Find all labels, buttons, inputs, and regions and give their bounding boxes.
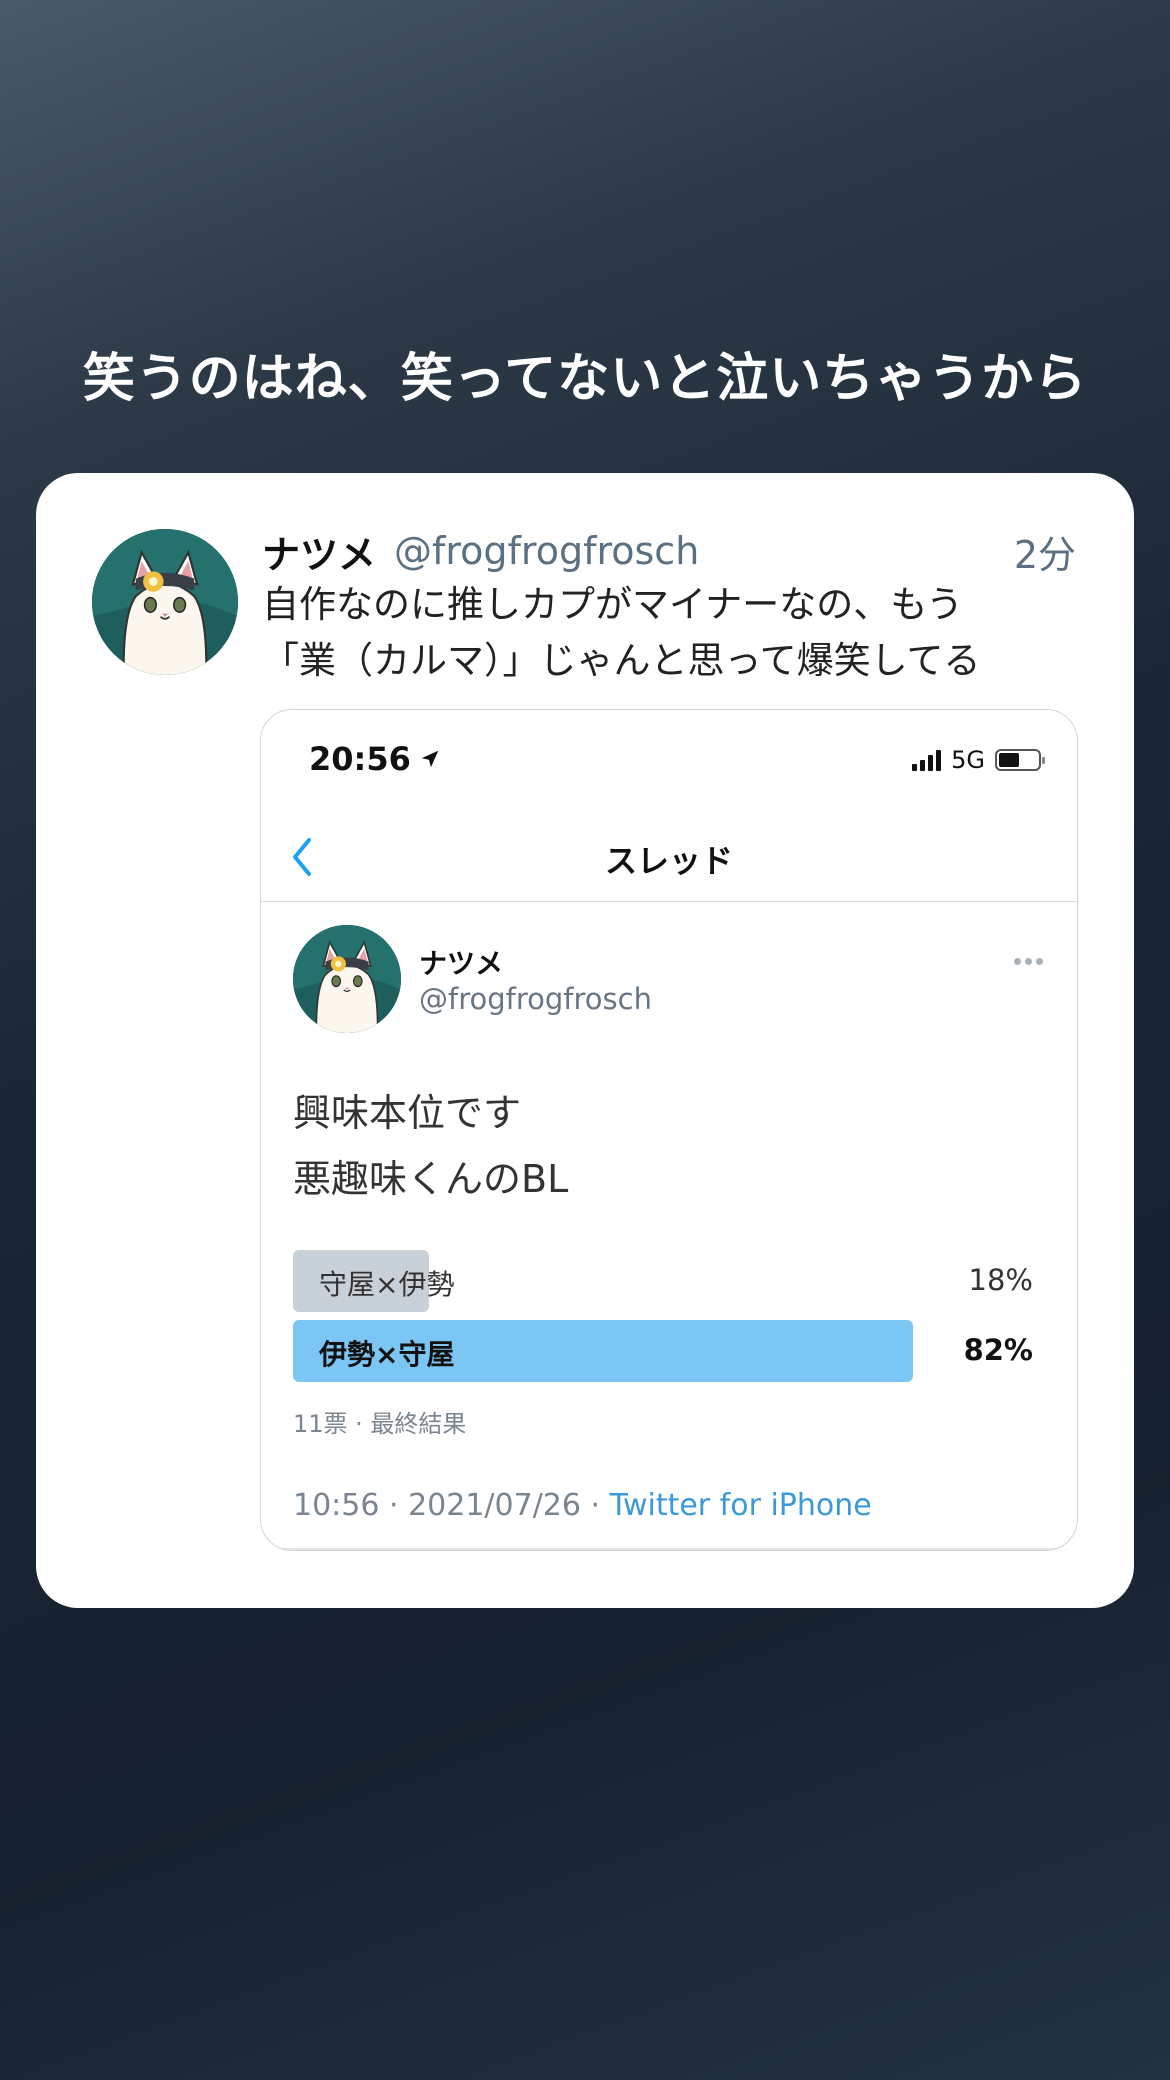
post-meta: 10:56 · 2021/07/26 · Twitter for iPhone	[293, 1488, 872, 1523]
divider	[261, 1548, 1077, 1550]
attached-screenshot[interactable]: 20:56 5G スレッド ナツメ @frogfrogfrosch 興味本位です…	[260, 709, 1078, 1551]
post-text-line: 興味本位です	[293, 1091, 522, 1135]
tweet-timestamp: 2分	[1013, 532, 1076, 577]
tweet-text: 自作なのに推しカプがマイナーなの、もう 「業（カルマ）」じゃんと思って爆笑してる	[262, 577, 1102, 689]
battery-icon	[995, 749, 1045, 771]
post-text: 興味本位です 悪趣味くんのBL	[293, 1080, 568, 1212]
cat-avatar-icon[interactable]	[92, 529, 238, 675]
signal-icon	[912, 749, 942, 771]
poll-option-label: 守屋×伊勢	[319, 1268, 455, 1301]
caption-text: 笑うのはね、笑ってないと泣いちゃうから	[82, 349, 1088, 409]
poll-option-winner: 伊勢×守屋 82%	[293, 1320, 1033, 1382]
post-author-name[interactable]: ナツメ	[419, 942, 503, 982]
source-link[interactable]: Twitter for iPhone	[610, 1488, 872, 1523]
poll-option-percent: 82%	[963, 1333, 1033, 1367]
tweet-author-name[interactable]: ナツメ	[262, 524, 376, 579]
tweet-text-line: 「業（カルマ）」じゃんと思って爆笑してる	[262, 639, 981, 682]
tweet-author-handle[interactable]: @frogfrogfrosch	[394, 529, 699, 573]
post-text-line: 悪趣味くんのBL	[293, 1157, 569, 1201]
status-time: 20:56	[309, 740, 441, 778]
network-label: 5G	[951, 746, 985, 774]
post-timestamp: 10:56 · 2021/07/26 ·	[293, 1488, 610, 1523]
nav-bar: スレッド	[261, 810, 1077, 902]
more-options-icon[interactable]	[1014, 958, 1043, 965]
status-time-text: 20:56	[309, 740, 411, 778]
nav-title: スレッド	[604, 842, 733, 880]
cat-avatar-icon[interactable]	[293, 925, 401, 1033]
poll-option-percent: 18%	[968, 1263, 1033, 1297]
tweet-card[interactable]: ナツメ @frogfrogfrosch 2分 自作なのに推しカプがマイナーなの、…	[36, 473, 1134, 1608]
status-bar: 20:56 5G	[261, 710, 1077, 810]
status-indicators: 5G	[912, 746, 1045, 774]
poll-option: 守屋×伊勢 18%	[293, 1250, 1033, 1312]
poll-option-label: 伊勢×守屋	[319, 1338, 455, 1371]
tweet-header: ナツメ @frogfrogfrosch 2分	[262, 523, 1076, 579]
location-arrow-icon	[421, 750, 439, 768]
post-author-handle[interactable]: @frogfrogfrosch	[419, 982, 652, 1016]
poll-summary: 11票 · 最終結果	[293, 1410, 467, 1438]
tweet-text-line: 自作なのに推しカプがマイナーなの、もう	[262, 583, 964, 626]
